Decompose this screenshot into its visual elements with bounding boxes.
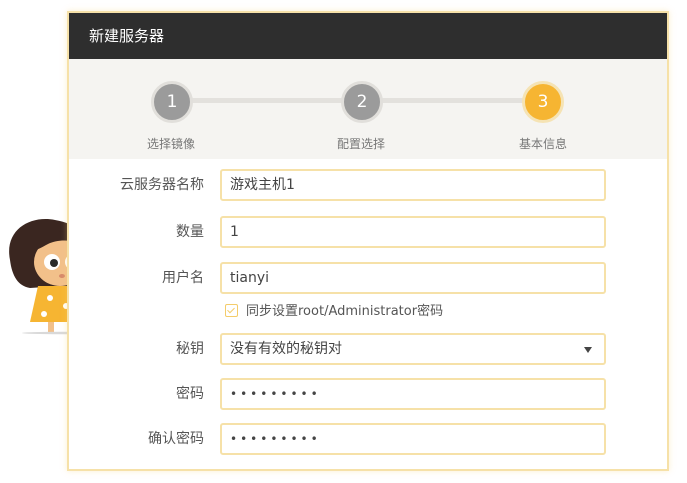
confirm-password-label: 确认密码 xyxy=(148,431,204,447)
sync-password-row: 同步设置root/Administrator密码 xyxy=(69,302,671,322)
key-label: 秘钥 xyxy=(176,341,204,357)
username-row: 用户名 tianyi xyxy=(69,262,671,294)
dialog-title: 新建服务器 xyxy=(69,13,667,59)
key-row: 秘钥 没有有效的秘钥对 xyxy=(69,333,671,365)
quantity-label: 数量 xyxy=(176,224,204,240)
step-2-circle[interactable]: 2 xyxy=(341,81,383,123)
sync-password-checkbox[interactable] xyxy=(225,304,238,317)
step-progress: 1 选择镜像 2 配置选择 3 基本信息 xyxy=(69,59,667,159)
chevron-down-icon xyxy=(584,347,592,353)
password-input[interactable]: ••••••••• xyxy=(220,378,606,410)
password-label: 密码 xyxy=(176,386,204,402)
server-name-label: 云服务器名称 xyxy=(120,177,204,193)
new-server-dialog: 新建服务器 1 选择镜像 2 配置选择 3 基本信息 云服务器名称 游戏主机1 … xyxy=(67,11,669,471)
password-row: 密码 ••••••••• xyxy=(69,378,671,410)
server-name-input[interactable]: 游戏主机1 xyxy=(220,169,606,201)
step-1-circle[interactable]: 1 xyxy=(151,81,193,123)
server-name-row: 云服务器名称 游戏主机1 xyxy=(69,169,671,201)
step-2-label: 配置选择 xyxy=(336,137,385,151)
sync-password-label[interactable]: 同步设置root/Administrator密码 xyxy=(246,304,443,319)
quantity-row: 数量 1 xyxy=(69,216,671,248)
step-1-label: 选择镜像 xyxy=(146,137,195,151)
confirm-password-row: 确认密码 ••••••••• xyxy=(69,423,671,455)
username-input[interactable]: tianyi xyxy=(220,262,606,294)
key-select[interactable]: 没有有效的秘钥对 xyxy=(220,333,606,365)
username-label: 用户名 xyxy=(162,270,204,286)
quantity-input[interactable]: 1 xyxy=(220,216,606,248)
step-3-circle[interactable]: 3 xyxy=(522,81,564,123)
confirm-password-input[interactable]: ••••••••• xyxy=(220,423,606,455)
step-track-2 xyxy=(361,98,541,103)
step-track-1 xyxy=(171,98,361,103)
step-3-label: 基本信息 xyxy=(518,137,567,151)
key-select-value: 没有有效的秘钥对 xyxy=(230,341,342,357)
